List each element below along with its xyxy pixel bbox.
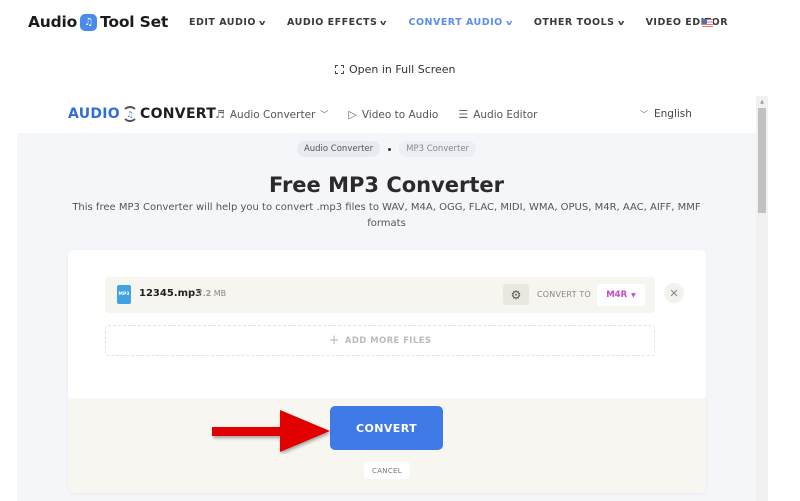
nav-video-to-audio[interactable]: ▷ Video to Audio <box>348 108 438 121</box>
app-nav: ♬ Audio Converter ﹀ ▷ Video to Audio ☰ A… <box>215 108 557 121</box>
plus-icon: + <box>328 333 340 348</box>
chevron-down-icon: v <box>380 18 388 27</box>
format-select[interactable]: M4R ▼ <box>597 284 645 306</box>
breadcrumb-mp3-converter[interactable]: MP3 Converter <box>399 141 477 157</box>
page-title: Free MP3 Converter <box>268 173 505 197</box>
nav-label: Video to Audio <box>361 108 439 121</box>
red-arrow-annotation <box>212 410 330 452</box>
site-header: Audio ♫ Tool Set EDIT AUDIO v AUDIO EFFEC… <box>0 0 800 48</box>
app-logo[interactable]: AUDIO ♫ CONVERT <box>68 106 216 122</box>
settings-button[interactable]: ⚙ <box>503 284 529 305</box>
close-icon: ✕ <box>669 286 679 300</box>
menu-label: CONVERT AUDIO <box>408 17 503 28</box>
music-note-icon: ♬ <box>215 108 225 121</box>
language-selector[interactable]: ﹀ English <box>640 108 692 120</box>
nav-audio-converter[interactable]: ♬ Audio Converter ﹀ <box>215 108 328 121</box>
menu-audio-effects[interactable]: AUDIO EFFECTS v <box>287 17 388 28</box>
sliders-icon: ☰ <box>458 108 469 121</box>
brand-text-right: Tool Set <box>100 13 169 31</box>
add-more-files-button[interactable]: + ADD MORE FILES <box>105 325 655 356</box>
caret-down-icon: ▼ <box>631 291 636 299</box>
mp3-file-icon: MP3 <box>117 285 131 304</box>
file-size-value: 7.2 <box>197 289 212 298</box>
chevron-down-icon: ﹀ <box>320 110 329 119</box>
menu-label: VIDEO EDITOR <box>645 17 729 28</box>
add-more-label: ADD MORE FILES <box>344 335 432 346</box>
menu-edit-audio[interactable]: EDIT AUDIO v <box>189 17 265 28</box>
breadcrumb-audio-converter[interactable]: Audio Converter <box>296 141 381 157</box>
chevron-down-icon: v <box>505 18 513 27</box>
scroll-up-arrow-icon[interactable]: ▲ <box>756 96 768 108</box>
card-footer: CONVERT CANCEL <box>68 398 706 493</box>
menu-convert-audio[interactable]: CONVERT AUDIO v <box>408 17 513 28</box>
remove-file-button[interactable]: ✕ <box>664 283 684 303</box>
site-logo[interactable]: Audio ♫ Tool Set <box>28 13 168 31</box>
converter-card: MP3 12345.mp3 7.2 MB ⚙ CONVERT TO M4R ▼ … <box>68 250 706 493</box>
embedded-app-frame: AUDIO ♫ CONVERT ♬ Audio Converter ﹀ ▷ Vi… <box>17 96 756 501</box>
menu-label: OTHER TOOLS <box>533 17 615 28</box>
open-fullscreen-link[interactable]: Open in Full Screen <box>335 63 456 76</box>
file-size-unit: MB <box>213 289 227 298</box>
nav-label: Audio Converter <box>229 108 316 121</box>
file-item: MP3 12345.mp3 7.2 MB ⚙ CONVERT TO M4R ▼ <box>105 277 655 313</box>
convert-button[interactable]: CONVERT <box>330 406 443 450</box>
gear-icon: ⚙ <box>510 287 522 302</box>
convert-swirl-icon: ♫ <box>122 106 139 122</box>
nav-label: Audio Editor <box>473 108 538 121</box>
fullscreen-label: Open in Full Screen <box>349 63 456 76</box>
app-logo-right: CONVERT <box>140 106 217 122</box>
music-note-icon: ♫ <box>80 13 98 31</box>
fullscreen-icon <box>335 65 344 74</box>
cancel-button[interactable]: CANCEL <box>364 462 410 479</box>
nav-audio-editor[interactable]: ☰ Audio Editor <box>458 108 537 121</box>
menu-label: AUDIO EFFECTS <box>287 17 378 28</box>
breadcrumb: Audio Converter MP3 Converter <box>17 141 756 157</box>
page-subtitle: This free MP3 Converter will help you to… <box>72 202 701 229</box>
brand-text-left: Audio <box>28 13 78 31</box>
us-flag-icon[interactable] <box>702 19 713 27</box>
main-menu: EDIT AUDIO v AUDIO EFFECTS v CONVERT AUDIO… <box>189 17 750 28</box>
convert-to-label: CONVERT TO <box>537 290 591 299</box>
file-name: 12345.mp3 <box>139 288 203 299</box>
menu-other-tools[interactable]: OTHER TOOLS v <box>534 17 624 28</box>
file-type-badge: MP3 <box>118 292 130 297</box>
language-label: English <box>654 108 692 120</box>
menu-video-editor[interactable]: VIDEO EDITOR <box>646 17 728 28</box>
chevron-down-icon: ﹀ <box>640 109 648 119</box>
play-box-icon: ▷ <box>348 108 357 121</box>
chevron-down-icon: v <box>258 18 267 27</box>
app-header: AUDIO ♫ CONVERT ♬ Audio Converter ﹀ ▷ Vi… <box>17 96 756 133</box>
menu-label: EDIT AUDIO <box>189 17 256 28</box>
format-value: M4R <box>606 290 628 300</box>
scroll-thumb[interactable] <box>758 108 766 213</box>
app-logo-left: AUDIO <box>68 106 121 122</box>
scrollbar[interactable]: ▲ <box>756 96 768 501</box>
file-size: 7.2 MB <box>197 289 226 298</box>
chevron-down-icon: v <box>617 18 625 27</box>
breadcrumb-separator <box>388 147 392 151</box>
